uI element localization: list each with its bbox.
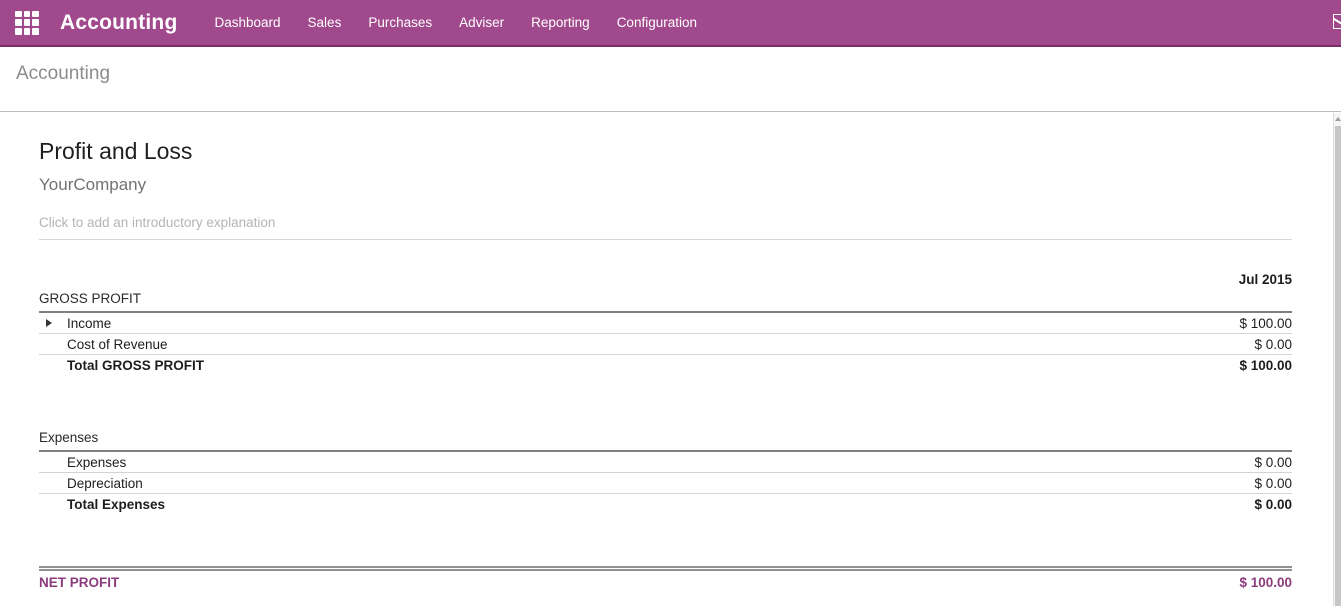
menu-item-purchases[interactable]: Purchases — [368, 15, 432, 30]
table-row-depreciation: Depreciation $ 0.00 — [39, 473, 1292, 494]
vertical-scrollbar[interactable] — [1333, 113, 1341, 606]
row-label: Income — [67, 316, 111, 331]
breadcrumb[interactable]: Accounting — [16, 63, 110, 85]
page-title: Profit and Loss — [39, 137, 1292, 165]
row-label: Expenses — [67, 455, 126, 470]
section-gross-profit: GROSS PROFIT Income $ 100.00 Cost of Rev… — [39, 292, 1292, 376]
company-name: YourCompany — [39, 175, 1292, 195]
row-label: Cost of Revenue — [67, 337, 168, 352]
row-value: $ 100.00 — [1239, 316, 1292, 331]
net-profit-value: $ 100.00 — [1239, 575, 1292, 590]
expand-caret-icon[interactable] — [46, 319, 52, 327]
app-brand-title[interactable]: Accounting — [60, 11, 178, 35]
table-row-total-gross-profit: Total GROSS PROFIT $ 100.00 — [39, 355, 1292, 376]
menu-item-reporting[interactable]: Reporting — [531, 15, 590, 30]
row-value: $ 0.00 — [1254, 476, 1292, 491]
menu-item-dashboard[interactable]: Dashboard — [215, 15, 281, 30]
net-profit-row: NET PROFIT $ 100.00 — [39, 566, 1292, 590]
top-navbar: Accounting Dashboard Sales Purchases Adv… — [0, 0, 1341, 47]
period-column-header: Jul 2015 — [39, 270, 1292, 289]
breadcrumb-bar: Accounting — [0, 47, 1341, 112]
section-header: Expenses — [39, 431, 1292, 452]
row-value: $ 0.00 — [1254, 455, 1292, 470]
row-label: Depreciation — [67, 476, 143, 491]
row-value: $ 100.00 — [1239, 358, 1292, 373]
table-row-total-expenses: Total Expenses $ 0.00 — [39, 494, 1292, 515]
row-label: Total GROSS PROFIT — [67, 358, 204, 373]
menu-item-adviser[interactable]: Adviser — [459, 15, 504, 30]
top-menu: Dashboard Sales Purchases Adviser Report… — [215, 15, 698, 30]
row-value: $ 0.00 — [1254, 337, 1292, 352]
section-header: GROSS PROFIT — [39, 292, 1292, 313]
apps-grid-icon[interactable] — [15, 11, 39, 35]
truncated-right-icon — [1333, 14, 1341, 29]
table-row-expenses: Expenses $ 0.00 — [39, 452, 1292, 473]
table-row-cost-of-revenue: Cost of Revenue $ 0.00 — [39, 334, 1292, 355]
menu-item-configuration[interactable]: Configuration — [617, 15, 697, 30]
row-value: $ 0.00 — [1254, 497, 1292, 512]
report-page: Profit and Loss YourCompany Click to add… — [0, 112, 1341, 590]
scroll-up-arrow-icon[interactable] — [1335, 117, 1341, 121]
net-profit-label: NET PROFIT — [39, 575, 119, 590]
scrollbar-thumb[interactable] — [1335, 126, 1341, 606]
intro-explanation-placeholder[interactable]: Click to add an introductory explanation — [39, 215, 1292, 240]
section-expenses: Expenses Expenses $ 0.00 Depreciation $ … — [39, 431, 1292, 515]
row-label: Total Expenses — [67, 497, 165, 512]
table-row-income[interactable]: Income $ 100.00 — [39, 313, 1292, 334]
menu-item-sales[interactable]: Sales — [308, 15, 342, 30]
